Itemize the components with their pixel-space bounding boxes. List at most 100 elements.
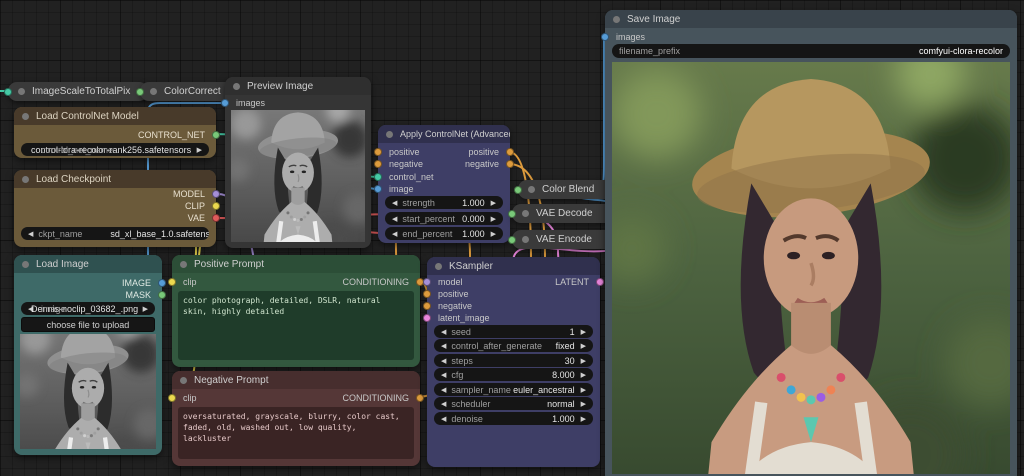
clip-input-slot[interactable]	[168, 394, 176, 402]
node-header[interactable]: KSampler	[427, 257, 600, 275]
prev-value-icon[interactable]: ◀	[28, 230, 33, 238]
negative-output-slot[interactable]	[506, 160, 514, 168]
negative-input-slot[interactable]	[423, 302, 431, 310]
node-header[interactable]: Negative Prompt	[172, 371, 420, 389]
increment-icon[interactable]: ▶	[581, 328, 586, 336]
node-header[interactable]: Apply ControlNet (Advanced)	[378, 125, 510, 143]
node-load-checkpoint[interactable]: Load Checkpoint MODEL CLIP VAE ◀ ckpt_na…	[14, 170, 216, 247]
control-net-name-widget[interactable]: control-lora-recolor-rank256.safetensors…	[21, 143, 209, 156]
control-after-generate-widget[interactable]: ◀ control_after_generate fixed ▶	[434, 339, 593, 352]
cfg-widget[interactable]: ◀ cfg 8.000 ▶	[434, 368, 593, 381]
node-save-image[interactable]: Save Image images filename_prefix comfyu…	[605, 10, 1017, 476]
image-output-slot[interactable]	[158, 279, 166, 287]
mask-output-slot[interactable]	[158, 291, 166, 299]
increment-icon[interactable]: ▶	[491, 215, 496, 223]
clip-output-slot[interactable]	[212, 202, 220, 210]
strength-widget[interactable]: ◀ strength 1.000 ▶	[385, 196, 503, 209]
decrement-icon[interactable]: ◀	[441, 415, 446, 423]
seed-widget[interactable]: ◀ seed 1 ▶	[434, 325, 593, 338]
decrement-icon[interactable]: ◀	[392, 215, 397, 223]
increment-icon[interactable]: ▶	[581, 357, 586, 365]
model-output-slot[interactable]	[212, 190, 220, 198]
positive-prompt-textarea[interactable]: color photograph, detailed, DSLR, natura…	[178, 291, 414, 360]
input-slot[interactable]	[508, 236, 516, 244]
decrement-icon[interactable]: ◀	[441, 386, 446, 394]
collapse-toggle-icon[interactable]	[522, 236, 529, 243]
increment-icon[interactable]: ▶	[491, 230, 496, 238]
collapse-toggle-icon[interactable]	[150, 88, 157, 95]
decrement-icon[interactable]: ◀	[441, 400, 446, 408]
node-header[interactable]: Load ControlNet Model	[14, 107, 216, 125]
node-load-image[interactable]: Load Image IMAGE MASK ◀ Dennis-noclip_03…	[14, 255, 162, 455]
node-load-controlnet-model[interactable]: Load ControlNet Model CONTROL_NET contro…	[14, 107, 216, 158]
node-image-scale-to-total-pix[interactable]: ImageScaleToTotalPix	[8, 82, 148, 101]
node-color-blend[interactable]: Color Blend	[518, 180, 618, 199]
end-percent-widget[interactable]: ◀ end_percent 1.000 ▶	[385, 227, 503, 240]
node-header[interactable]: Save Image	[605, 10, 1017, 28]
node-header[interactable]: Load Checkpoint	[14, 170, 216, 188]
collapse-toggle-icon[interactable]	[22, 176, 29, 183]
collapse-toggle-icon[interactable]	[435, 263, 442, 270]
node-positive-prompt[interactable]: Positive Prompt clip CONDITIONING color …	[172, 255, 420, 367]
increment-icon[interactable]: ▶	[581, 386, 586, 394]
choose-file-button[interactable]: choose file to upload	[21, 317, 155, 332]
positive-input-slot[interactable]	[374, 148, 382, 156]
image-file-widget[interactable]: ◀ Dennis-noclip_03682_.png image ▶	[21, 302, 155, 315]
collapse-toggle-icon[interactable]	[522, 210, 529, 217]
increment-icon[interactable]: ▶	[491, 199, 496, 207]
negative-input-slot[interactable]	[374, 160, 382, 168]
negative-prompt-textarea[interactable]: oversaturated, grayscale, blurry, color …	[178, 407, 414, 459]
node-negative-prompt[interactable]: Negative Prompt clip CONDITIONING oversa…	[172, 371, 420, 466]
sampler-name-widget[interactable]: ◀ sampler_name euler_ancestral ▶	[434, 383, 593, 396]
node-ksampler[interactable]: KSampler model LATENT positive negative …	[427, 257, 600, 467]
next-value-icon[interactable]: ▶	[143, 305, 148, 313]
input-slot[interactable]	[136, 88, 144, 96]
collapse-toggle-icon[interactable]	[386, 131, 393, 138]
decrement-icon[interactable]: ◀	[392, 199, 397, 207]
increment-icon[interactable]: ▶	[581, 371, 586, 379]
conditioning-output-slot[interactable]	[416, 394, 424, 402]
images-input-slot[interactable]	[221, 99, 229, 107]
model-input-slot[interactable]	[423, 278, 431, 286]
collapse-toggle-icon[interactable]	[613, 16, 620, 23]
collapse-toggle-icon[interactable]	[180, 377, 187, 384]
node-header[interactable]: Load Image	[14, 255, 162, 273]
image-input-slot[interactable]	[374, 185, 382, 193]
decrement-icon[interactable]: ◀	[441, 371, 446, 379]
latent-image-input-slot[interactable]	[423, 314, 431, 322]
clip-input-slot[interactable]	[168, 278, 176, 286]
latent-output-slot[interactable]	[596, 278, 604, 286]
steps-widget[interactable]: ◀ steps 30 ▶	[434, 354, 593, 367]
input-slot[interactable]	[508, 210, 516, 218]
node-preview-image[interactable]: Preview Image images	[225, 77, 371, 248]
decrement-icon[interactable]: ◀	[441, 357, 446, 365]
input-slot[interactable]	[514, 186, 522, 194]
denoise-widget[interactable]: ◀ denoise 1.000 ▶	[434, 412, 593, 425]
comfyui-canvas[interactable]: { "icons": { "arrow_left": "◀", "arrow_r…	[0, 0, 1024, 476]
increment-icon[interactable]: ▶	[581, 400, 586, 408]
next-value-icon[interactable]: ▶	[197, 146, 202, 154]
node-header[interactable]: Positive Prompt	[172, 255, 420, 273]
decrement-icon[interactable]: ◀	[441, 328, 446, 336]
collapse-toggle-icon[interactable]	[233, 83, 240, 90]
vae-output-slot[interactable]	[212, 214, 220, 222]
input-slot[interactable]	[4, 88, 12, 96]
start-percent-widget[interactable]: ◀ start_percent 0.000 ▶	[385, 212, 503, 225]
increment-icon[interactable]: ▶	[581, 415, 586, 423]
decrement-icon[interactable]: ◀	[441, 342, 446, 350]
collapse-toggle-icon[interactable]	[18, 88, 25, 95]
collapse-toggle-icon[interactable]	[180, 261, 187, 268]
positive-input-slot[interactable]	[423, 290, 431, 298]
ckpt-name-widget[interactable]: ◀ ckpt_name sd_xl_base_1.0.safetensors ▶	[21, 227, 209, 240]
control-net-input-slot[interactable]	[374, 173, 382, 181]
filename-prefix-widget[interactable]: filename_prefix comfyui-clora-recolor	[612, 44, 1010, 58]
collapse-toggle-icon[interactable]	[22, 113, 29, 120]
increment-icon[interactable]: ▶	[581, 342, 586, 350]
collapse-toggle-icon[interactable]	[22, 261, 29, 268]
collapse-toggle-icon[interactable]	[528, 186, 535, 193]
node-header[interactable]: Preview Image	[225, 77, 371, 95]
scheduler-widget[interactable]: ◀ scheduler normal ▶	[434, 397, 593, 410]
decrement-icon[interactable]: ◀	[392, 230, 397, 238]
control-net-output-slot[interactable]	[212, 131, 220, 139]
node-apply-controlnet-advanced[interactable]: Apply ControlNet (Advanced) positive pos…	[378, 125, 510, 243]
